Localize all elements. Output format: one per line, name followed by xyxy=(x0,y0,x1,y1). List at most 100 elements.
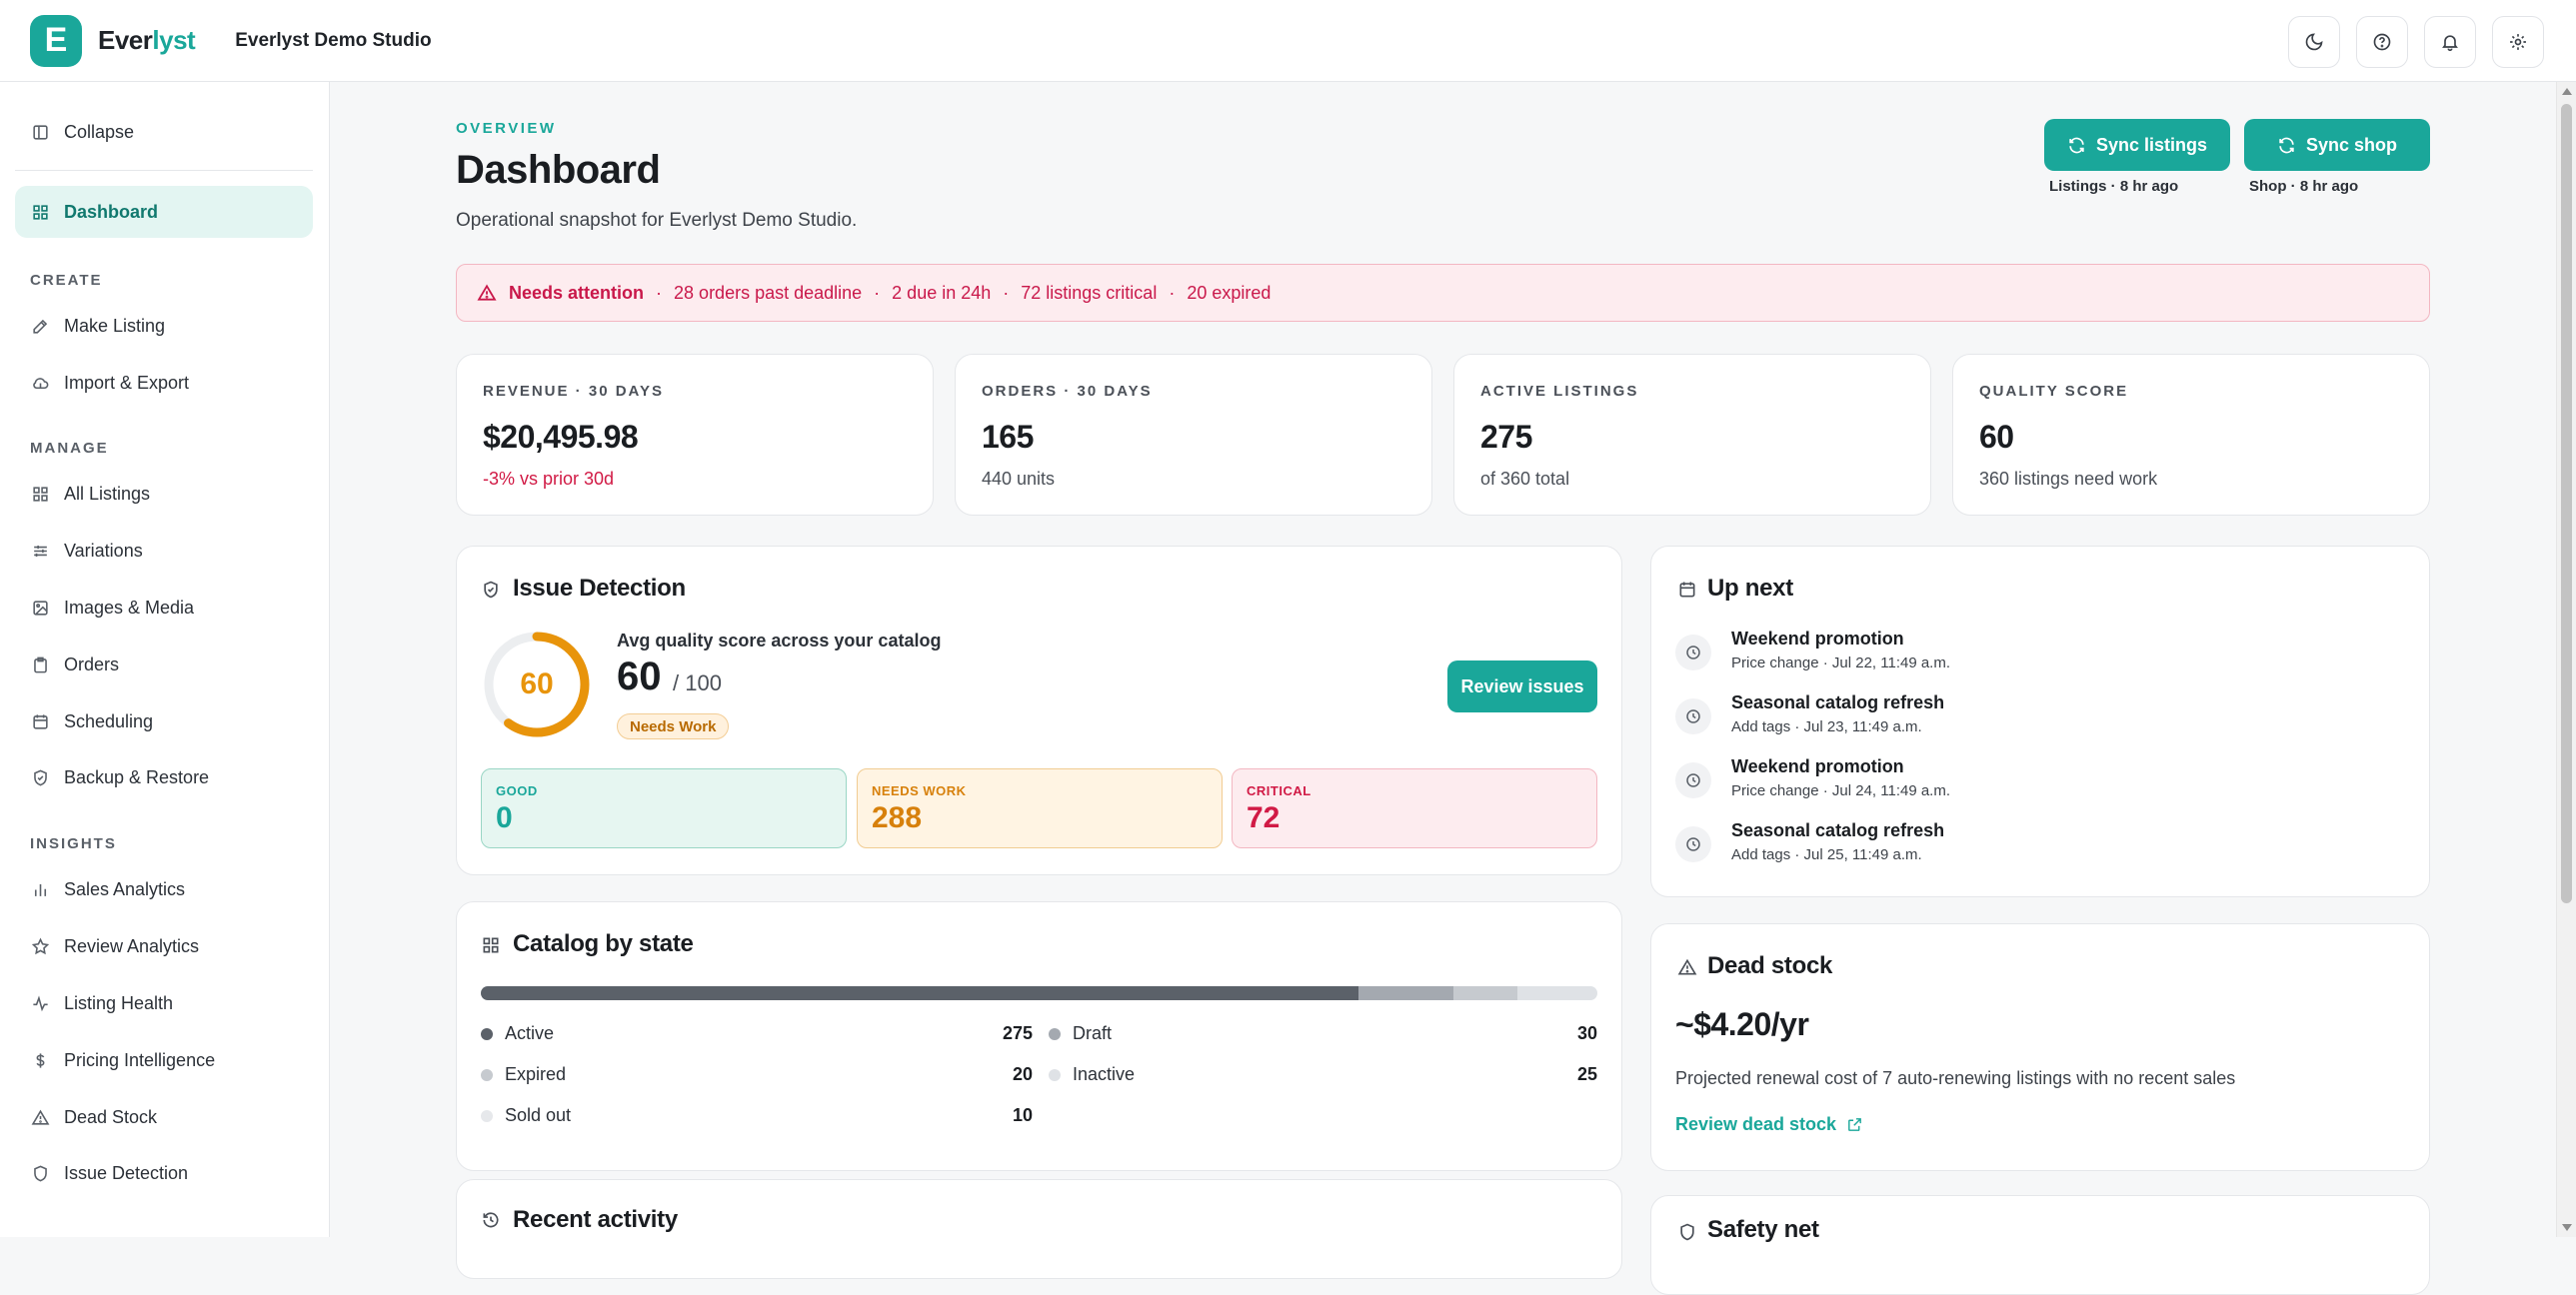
settings-button[interactable] xyxy=(2492,16,2544,68)
sidebar-item-all-listings[interactable]: All Listings xyxy=(15,468,313,520)
clock-icon-wrap xyxy=(1675,635,1711,670)
warning-icon xyxy=(31,1109,50,1125)
dead-stock-description: Projected renewal cost of 7 auto-renewin… xyxy=(1675,1068,2236,1088)
legend-row-draft[interactable]: Draft 30 xyxy=(1049,1022,1597,1046)
list-item[interactable]: Seasonal catalog refresh Add tags · Jul … xyxy=(1675,816,2375,872)
link-label: Review dead stock xyxy=(1675,1114,1837,1134)
review-dead-stock-link[interactable]: Review dead stock xyxy=(1675,1114,1863,1135)
needs-attention-alert[interactable]: Needs attention · 28 orders past deadlin… xyxy=(456,264,2430,322)
sidebar-item-pricing-intelligence[interactable]: Pricing Intelligence xyxy=(15,1034,313,1086)
legend-dot xyxy=(481,1069,493,1081)
star-icon xyxy=(31,937,50,954)
sync-shop-button[interactable]: Sync shop xyxy=(2244,119,2430,171)
tile-critical[interactable]: CRITICAL 72 xyxy=(1232,768,1597,848)
legend-row-expired[interactable]: Expired 20 xyxy=(481,1063,1033,1087)
legend-row-inactive[interactable]: Inactive 25 xyxy=(1049,1063,1597,1087)
scroll-up-arrow-icon[interactable] xyxy=(2562,88,2572,95)
legend-name: Sold out xyxy=(505,1105,572,1125)
sync-listings-label: Sync listings xyxy=(2095,134,2208,155)
sidebar-item-orders[interactable]: Orders xyxy=(15,639,313,690)
kpi-card-active-listings: ACTIVE LISTINGS 275 of 360 total xyxy=(1453,354,1931,516)
brand-suffix: lyst xyxy=(152,25,196,55)
sidebar-item-label: Variations xyxy=(64,540,143,561)
sidebar-item-label: Images & Media xyxy=(64,597,195,618)
dollar-icon xyxy=(36,1052,45,1068)
alert-title: Needs attention xyxy=(509,282,645,303)
sidebar-item-label: Backup & Restore xyxy=(64,766,210,787)
kpi-sub: 360 listings need work xyxy=(1979,469,2158,489)
item-meta: Add tags · Jul 23, 11:49 a.m. xyxy=(1731,718,1922,735)
sidebar-item-label: Scheduling xyxy=(64,710,154,731)
sync-shop-meta: Shop · 8 hr ago xyxy=(2249,178,2359,195)
recent-activity-card: Recent activity xyxy=(456,1179,1622,1279)
legend-name: Inactive xyxy=(1073,1064,1136,1084)
studio-name: Everlyst Demo Studio xyxy=(235,29,432,51)
tile-good[interactable]: GOOD 0 xyxy=(481,768,847,848)
card-title: Dead stock xyxy=(1707,952,1833,979)
section-create: CREATE xyxy=(30,272,103,289)
scroll-down-arrow-icon[interactable] xyxy=(2562,1224,2572,1231)
collapse-label: Collapse xyxy=(64,121,135,142)
collapse-button[interactable]: Collapse xyxy=(15,106,313,158)
section-manage: MANAGE xyxy=(30,440,109,457)
sidebar-item-label: Listing Health xyxy=(64,992,174,1013)
sidebar-item-review-analytics[interactable]: Review Analytics xyxy=(15,920,313,972)
list-item[interactable]: Seasonal catalog refresh Add tags · Jul … xyxy=(1675,688,2375,744)
refresh-icon xyxy=(2279,137,2294,153)
sidebar-item-sales-analytics[interactable]: Sales Analytics xyxy=(15,863,313,915)
sidebar-item-scheduling[interactable]: Scheduling xyxy=(15,695,313,747)
catalog-bar-segment-inactive xyxy=(1517,986,1597,1000)
sidebar-item-listing-health[interactable]: Listing Health xyxy=(15,977,313,1029)
scroll-thumb[interactable] xyxy=(2561,104,2572,903)
kpi-value: 165 xyxy=(982,419,1034,455)
tile-label: GOOD xyxy=(496,783,538,798)
sidebar-item-label: Review Analytics xyxy=(64,935,200,956)
legend-value: 30 xyxy=(1576,1023,1597,1043)
legend-dot xyxy=(481,1110,493,1122)
list-item[interactable]: Weekend promotion Price change · Jul 24,… xyxy=(1675,752,2375,808)
logo[interactable]: E xyxy=(30,14,82,67)
tile-value: 72 xyxy=(1247,801,1281,834)
item-title: Weekend promotion xyxy=(1731,629,1904,648)
page-scrollbar[interactable] xyxy=(2556,82,2576,1237)
theme-toggle-button[interactable] xyxy=(2288,16,2340,68)
sidebar-item-images-media[interactable]: Images & Media xyxy=(15,582,313,634)
sidebar-item-variations[interactable]: Variations xyxy=(15,525,313,577)
sidebar-item-dead-stock[interactable]: Dead Stock xyxy=(15,1091,313,1143)
list-item[interactable]: Weekend promotion Price change · Jul 22,… xyxy=(1675,625,2375,680)
legend-name: Draft xyxy=(1073,1023,1113,1043)
sidebar-item-make-listing[interactable]: Make Listing xyxy=(15,300,313,352)
item-meta: Price change · Jul 22, 11:49 a.m. xyxy=(1731,654,1951,671)
legend-row-active[interactable]: Active 275 xyxy=(481,1022,1033,1046)
item-meta: Price change · Jul 24, 11:49 a.m. xyxy=(1731,782,1951,799)
kpi-label: ACTIVE LISTINGS xyxy=(1480,383,1639,400)
top-bar: E Everlyst Everlyst Demo Studio xyxy=(0,0,2576,82)
legend-row-sold-out[interactable]: Sold out 10 xyxy=(481,1104,1033,1128)
issue-detection-card: Issue Detection 60 Avg quality score acr… xyxy=(456,546,1622,875)
kpi-sub: of 360 total xyxy=(1480,469,1570,489)
review-issues-button[interactable]: Review issues xyxy=(1447,660,1597,712)
sidebar-item-issue-detection[interactable]: Issue Detection xyxy=(15,1147,313,1199)
notifications-button[interactable] xyxy=(2424,16,2476,68)
clock-icon-wrap xyxy=(1675,826,1711,862)
top-actions xyxy=(2288,16,2544,68)
shield-check-icon xyxy=(34,769,47,785)
activity-icon xyxy=(33,994,48,1011)
card-title: Issue Detection xyxy=(513,575,686,602)
help-button[interactable] xyxy=(2356,16,2408,68)
warning-icon xyxy=(1677,958,1697,975)
clock-icon-wrap xyxy=(1675,762,1711,798)
sidebar-item-label: Pricing Intelligence xyxy=(64,1049,216,1070)
warning-icon xyxy=(477,284,497,301)
tile-needs-work[interactable]: NEEDS WORK 288 xyxy=(857,768,1223,848)
dead-stock-card: Dead stock ~$4.20/yr Projected renewal c… xyxy=(1650,923,2430,1171)
sidebar-item-import-export[interactable]: Import & Export xyxy=(15,357,313,409)
sidebar-item-backup-restore[interactable]: Backup & Restore xyxy=(15,751,313,803)
clock-icon xyxy=(1686,773,1700,787)
alert-item: 28 orders past deadline xyxy=(674,282,863,303)
calendar-icon xyxy=(33,713,48,729)
kpi-label: QUALITY SCORE xyxy=(1979,383,2129,400)
sidebar-item-dashboard[interactable]: Dashboard xyxy=(15,186,313,238)
shield-check-icon xyxy=(484,581,498,599)
sync-listings-button[interactable]: Sync listings xyxy=(2044,119,2230,171)
